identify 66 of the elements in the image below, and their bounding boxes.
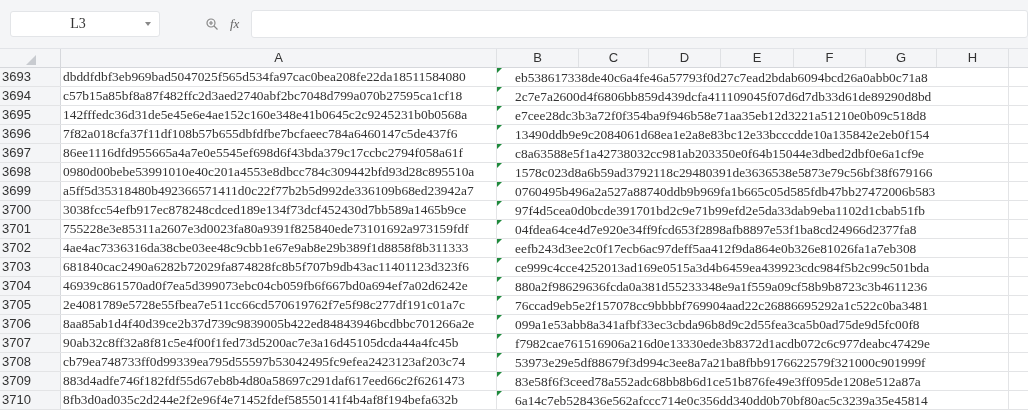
row-header[interactable]: 3707 [0, 334, 61, 352]
row-header[interactable]: 3703 [0, 258, 61, 276]
table-cell: 1578c023d8a6b59ad3792118c29480391de3636538e5873e79c56bf38f679166 [515, 165, 933, 180]
row-header[interactable]: 3710 [0, 391, 61, 409]
table-cell: e7cee28dc3b3a72f0f354ba9f946b58e71aa35eb12d3221a51210e0b09c518d8 [515, 108, 927, 123]
error-indicator-icon[interactable] [497, 334, 502, 339]
error-indicator-icon[interactable] [497, 182, 502, 187]
table-cell: 6a14c7eb528436e562afccc714e0c356dd340dd0b70bf80ac5c3239a35e45814 [515, 393, 928, 408]
column-header[interactable]: F [794, 49, 866, 67]
row-header[interactable]: 3697 [0, 144, 61, 162]
column-header[interactable]: H [937, 49, 1009, 67]
row-header[interactable]: 3696 [0, 125, 61, 143]
error-indicator-icon[interactable] [497, 125, 502, 130]
table-cell: c8a63588e5f1a42738032cc981ab203350e0f64b15044e3dbed2dbf0e6a1cf9e [515, 146, 925, 161]
table-cell: 76ccad9eb5e2f157078cc9bbbbf769904aad22c26886695292a1c522c0ba3481 [515, 298, 929, 313]
column-header[interactable]: B [497, 49, 579, 67]
column-header[interactable]: D [649, 49, 721, 67]
error-indicator-icon[interactable] [497, 296, 502, 301]
row-header[interactable]: 3698 [0, 163, 61, 181]
caret-icon [145, 22, 151, 26]
table-cell: 880a2f98629636fcda0a381d55233348e9a1f559a09cf58b9b8723c3b4611236 [515, 279, 928, 294]
column-header[interactable]: E [721, 49, 794, 67]
formula-input[interactable] [251, 10, 1028, 38]
table-cell: 099a1e53abb8a341afbf33ec3cbda96b8d9c2d55fea3ca5b0ad75de9d5fc00f8 [515, 317, 920, 332]
error-indicator-icon[interactable] [497, 220, 502, 225]
table-cell: 53973e29e5df88679f3d994c3ee8a7a21ba8fbb9176622579f321000c901999f [515, 355, 926, 370]
error-indicator-icon[interactable] [497, 391, 502, 396]
error-indicator-icon[interactable] [497, 106, 502, 111]
table-cell: f7982cae761516906a216d0e13330ede3b8372d1acdb072c6c977deabc47429e [515, 336, 930, 351]
error-indicator-icon[interactable] [497, 315, 502, 320]
row-header[interactable]: 3704 [0, 277, 61, 295]
error-indicator-icon[interactable] [497, 372, 502, 377]
zoom-icon[interactable] [206, 18, 218, 30]
table-cell: 13490ddb9e9c2084061d68ea1e2a8e83bc12e33bcccdde10a135842e2eb0f154 [515, 127, 930, 142]
error-indicator-icon[interactable] [497, 277, 502, 282]
row-header[interactable]: 3701 [0, 220, 61, 238]
row-header[interactable]: 3709 [0, 372, 61, 390]
error-indicator-icon[interactable] [497, 239, 502, 244]
table-cell: eb538617338de40c6a4fe46a57793f0d27c7ead2bdab6094bcd26a0abb0c71a8 [515, 70, 928, 85]
row-header[interactable]: 3693 [0, 68, 61, 86]
function-label[interactable]: fx [230, 16, 240, 32]
table-cell: 04fdea64ce4d7e920e34ff9fcd653f2898afb8897e53f1ba8cd24966d2377fa8 [515, 222, 917, 237]
error-indicator-icon[interactable] [497, 258, 502, 263]
row-header[interactable]: 3706 [0, 315, 61, 333]
table-cell: 0760495b496a2a527a88740ddb9b969fa1b665c05d585fdb47bb27472006b583 [515, 184, 936, 199]
error-indicator-icon[interactable] [497, 87, 502, 92]
column-header[interactable]: G [866, 49, 937, 67]
row-header[interactable]: 3702 [0, 239, 61, 257]
row-header[interactable]: 3695 [0, 106, 61, 124]
row-header[interactable]: 3700 [0, 201, 61, 219]
error-indicator-icon[interactable] [497, 144, 502, 149]
table-cell: 2c7e7a2600d4f6806bb859d439dcfa411109045f07d6d7db33d61de89290d8bd [515, 89, 932, 104]
row-header[interactable]: 3699 [0, 182, 61, 200]
column-header[interactable]: A [61, 49, 497, 67]
name-box[interactable]: L3 [10, 11, 160, 37]
table-cell: ce999c4cce4252013ad169e0515a3d4b6459ea439923cdc984f5b2c99c501bda [515, 260, 930, 275]
row-header[interactable]: 3708 [0, 353, 61, 371]
error-indicator-icon[interactable] [497, 353, 502, 358]
column-header[interactable]: C [579, 49, 649, 67]
error-indicator-icon[interactable] [497, 201, 502, 206]
row-header[interactable]: 3705 [0, 296, 61, 314]
table-cell: eefb243d3ee2c0f17ecb6ac97deff5aa412f9da864e0b326e81026fa1a7eb308 [515, 241, 917, 256]
error-indicator-icon[interactable] [497, 163, 502, 168]
table-cell: 83e58f6f3ceed78a552adc68bb8b6d1ce51b876fe49e3ff095de1208e512a87a [515, 374, 921, 389]
table-cell: 97f4d5cea0d0bcde391701bd2c9e71b99efd2e5da33dab9eba1102d1cbab51fb [515, 203, 926, 218]
row-header[interactable]: 3694 [0, 87, 61, 105]
